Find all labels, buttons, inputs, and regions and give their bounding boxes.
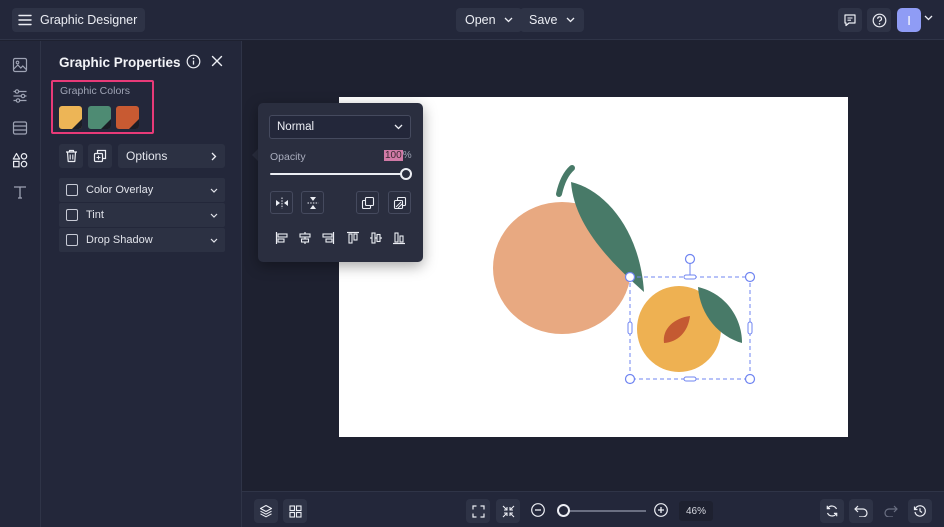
blend-mode-value: Normal — [277, 121, 315, 133]
expand-icon — [471, 504, 485, 518]
resize-handle[interactable] — [624, 271, 636, 283]
flip-horizontal-icon — [275, 197, 289, 209]
layers-button[interactable] — [254, 499, 278, 523]
flip-vertical-button[interactable] — [301, 191, 324, 214]
undo-icon — [854, 505, 868, 517]
chevron-down-icon — [394, 124, 403, 130]
align-middle-icon — [369, 231, 383, 245]
rotate-handle[interactable] — [684, 253, 696, 265]
bottom-toolbar: 46% — [242, 491, 944, 527]
refresh-icon — [825, 504, 839, 518]
align-top-icon — [346, 231, 360, 245]
zoom-slider-track[interactable] — [562, 510, 646, 512]
bring-forward-icon — [361, 196, 375, 210]
align-left-button[interactable] — [273, 229, 291, 247]
grid-icon — [288, 504, 302, 518]
undo-button[interactable] — [849, 499, 873, 523]
align-left-icon — [275, 231, 289, 245]
sync-button[interactable] — [820, 499, 844, 523]
resize-handle[interactable] — [747, 321, 753, 335]
opacity-slider-thumb[interactable] — [400, 168, 412, 180]
redo-button[interactable] — [879, 499, 903, 523]
collapse-icon — [502, 505, 515, 518]
bring-forward-button[interactable] — [356, 191, 379, 214]
options-popover: Normal Opacity 100 % — [258, 103, 423, 262]
flip-vertical-icon — [307, 196, 319, 210]
align-middle-button[interactable] — [367, 229, 385, 247]
resize-handle[interactable] — [627, 321, 633, 335]
zoom-input[interactable]: 46% — [679, 501, 713, 521]
resize-handle[interactable] — [744, 271, 756, 283]
resize-handle[interactable] — [624, 373, 636, 385]
blend-mode-select[interactable]: Normal — [269, 115, 411, 139]
zoom-unit: % — [697, 505, 707, 517]
shrink-button[interactable] — [496, 499, 520, 523]
large-peach-graphic[interactable] — [493, 165, 644, 334]
align-right-icon — [321, 231, 335, 245]
redo-icon — [884, 505, 898, 517]
zoom-in-icon[interactable] — [653, 502, 669, 518]
resize-handle[interactable] — [744, 373, 756, 385]
flip-horizontal-button[interactable] — [270, 191, 293, 214]
resize-handle[interactable] — [683, 274, 697, 280]
artwork-layer — [493, 165, 756, 385]
align-center-button[interactable] — [296, 229, 314, 247]
history-button[interactable] — [908, 499, 932, 523]
opacity-unit: % — [402, 150, 412, 161]
zoom-value: 46 — [685, 505, 698, 517]
align-bottom-icon — [392, 231, 406, 245]
zoom-out-icon[interactable] — [530, 502, 546, 518]
grid-button[interactable] — [283, 499, 307, 523]
resize-handle[interactable] — [683, 376, 697, 382]
align-center-icon — [298, 231, 312, 245]
opacity-slider-track[interactable] — [270, 173, 405, 175]
align-top-button[interactable] — [344, 229, 362, 247]
send-backward-icon — [393, 196, 407, 210]
history-icon — [913, 504, 927, 518]
align-bottom-button[interactable] — [390, 229, 408, 247]
fit-screen-button[interactable] — [466, 499, 490, 523]
align-right-button[interactable] — [319, 229, 337, 247]
opacity-input[interactable]: 100 % — [384, 150, 412, 161]
send-backward-button[interactable] — [388, 191, 411, 214]
layers-icon — [259, 504, 273, 518]
opacity-value: 100 — [384, 150, 403, 161]
opacity-label: Opacity — [270, 151, 306, 163]
small-peach-graphic[interactable] — [637, 286, 742, 372]
zoom-slider-thumb[interactable] — [557, 504, 570, 517]
